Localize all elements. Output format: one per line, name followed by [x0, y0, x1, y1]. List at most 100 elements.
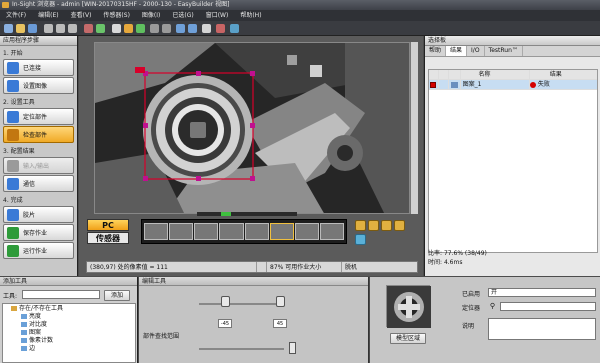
- menu-item[interactable]: 已选(G): [166, 10, 199, 21]
- application-steps-list: 1. 开始 已连接 设置图像 2. 设置工具 定位部件 检查部件 3. 配置结果 输入/输出通…: [0, 46, 77, 259]
- filmstrip-frame[interactable]: [319, 223, 344, 240]
- palette-tab[interactable]: I/O: [467, 46, 485, 56]
- menu-item[interactable]: 传感器(S): [97, 10, 136, 21]
- step-button[interactable]: 运行作业: [3, 242, 74, 259]
- redo-icon[interactable]: [96, 24, 105, 33]
- angle-min-field[interactable]: -45: [218, 319, 232, 328]
- pc-sensor-toggle[interactable]: PC 传感器: [87, 219, 129, 246]
- palette-tab[interactable]: 帮助: [425, 46, 447, 56]
- display-icon[interactable]: [188, 24, 197, 33]
- application-steps-pane: 应用程序步骤 1. 开始 已连接 设置图像 2. 设置工具 定位部件 检查部件 3. 配置结…: [0, 36, 78, 276]
- cut-icon[interactable]: [44, 24, 53, 33]
- undo-icon[interactable]: [84, 24, 93, 33]
- locator-link-icon[interactable]: ⚲: [488, 302, 497, 311]
- filmstrip-last-icon[interactable]: [394, 220, 405, 231]
- step-button[interactable]: 设置图像: [3, 77, 74, 94]
- filmstrip-play-icon[interactable]: [355, 234, 366, 245]
- row-icon-cell: [449, 80, 461, 89]
- step-label: 胶片: [23, 212, 36, 219]
- tool-tree-item[interactable]: 图案: [3, 329, 135, 337]
- comment-field[interactable]: [488, 318, 596, 340]
- sensor-button[interactable]: 传感器: [87, 232, 129, 244]
- save-icon[interactable]: [28, 24, 37, 33]
- application-steps-title: 应用程序步骤: [0, 36, 77, 46]
- palette-tab[interactable]: 结果: [446, 46, 468, 56]
- step-button: 输入/输出: [3, 157, 74, 174]
- angle-slider-track[interactable]: [199, 303, 284, 305]
- camera-image[interactable]: [94, 42, 410, 214]
- scale-handle[interactable]: [289, 342, 296, 354]
- menu-item[interactable]: 编辑(E): [32, 10, 64, 21]
- filmstrip-frame[interactable]: [219, 223, 244, 240]
- image-vertical-scrollbar[interactable]: [410, 42, 418, 214]
- copy-icon[interactable]: [56, 24, 65, 33]
- step-icon: [7, 159, 19, 172]
- filmstrip-prev-icon[interactable]: [368, 220, 379, 231]
- scale-slider-track[interactable]: [199, 348, 284, 350]
- model-region-button[interactable]: 模型区域: [390, 333, 426, 344]
- filmstrip-frame[interactable]: [194, 223, 219, 240]
- locator-field[interactable]: [500, 302, 596, 311]
- tool-tree-label: 存在/不存在工具: [19, 305, 64, 312]
- tool-tree-item[interactable]: 对比度: [3, 321, 135, 329]
- step-button[interactable]: 检查部件: [3, 126, 74, 143]
- angle-max-field[interactable]: 45: [273, 319, 287, 328]
- tool-tree-label: 边: [29, 345, 36, 352]
- pc-button[interactable]: PC: [87, 219, 129, 231]
- enabled-label: 已启用: [462, 291, 481, 298]
- folder-icon: [11, 306, 17, 311]
- tool-tree-item[interactable]: 存在/不存在工具: [3, 305, 135, 313]
- pixel-value-status: (380,97) 处的像素值 = 111: [87, 262, 257, 272]
- image-horizontal-scrollbar[interactable]: [197, 212, 297, 216]
- menu-item[interactable]: 帮助(H): [234, 10, 267, 21]
- filmstrip[interactable]: [141, 219, 347, 244]
- step-button[interactable]: 已连接: [3, 59, 74, 76]
- zoom-in-icon[interactable]: [150, 24, 159, 33]
- angle-min-handle[interactable]: [221, 296, 230, 307]
- palette-tab[interactable]: TestRun™: [485, 46, 523, 56]
- zoom-out-icon[interactable]: [162, 24, 171, 33]
- filmstrip-frame[interactable]: [144, 223, 169, 240]
- enabled-dropdown[interactable]: 开: [488, 288, 596, 297]
- cycle-time-value: 4.6ms: [443, 259, 463, 266]
- menu-item[interactable]: 查看(V): [65, 10, 98, 21]
- tool-tree-item[interactable]: 边: [3, 345, 135, 353]
- menu-item[interactable]: 图像(I): [136, 10, 166, 21]
- filmstrip-frame[interactable]: [169, 223, 194, 240]
- step-button[interactable]: 通信: [3, 175, 74, 192]
- results-row[interactable]: 图案_1 失败: [429, 80, 597, 90]
- filmstrip-first-icon[interactable]: [355, 220, 366, 231]
- camera-icon[interactable]: [112, 24, 121, 33]
- filmstrip-next-icon[interactable]: [381, 220, 392, 231]
- filmstrip-frame-selected[interactable]: [269, 223, 294, 240]
- play-icon[interactable]: [136, 24, 145, 33]
- step-button[interactable]: 保存作业: [3, 224, 74, 241]
- step-label: 保存作业: [23, 230, 48, 237]
- row-type-cell: [439, 80, 449, 89]
- angle-max-handle[interactable]: [276, 296, 285, 307]
- paste-icon[interactable]: [68, 24, 77, 33]
- trigger-icon[interactable]: [124, 24, 133, 33]
- add-tool-button[interactable]: 添加: [104, 290, 130, 301]
- help-icon[interactable]: [230, 24, 239, 33]
- cycle-time: 时间: 4.6ms: [428, 258, 598, 267]
- tool-search-input[interactable]: [22, 290, 100, 299]
- window-title: In-Sight 浏览器 - admin [WIN-20170315HF - 2…: [12, 1, 230, 8]
- step-label: 定位部件: [23, 114, 48, 121]
- filmstrip-frame[interactable]: [294, 223, 319, 240]
- grid-icon[interactable]: [176, 24, 185, 33]
- tool-tree-item[interactable]: 像素计数: [3, 337, 135, 345]
- menu-item[interactable]: 窗口(W): [200, 10, 235, 21]
- spreadsheet-icon[interactable]: [202, 24, 211, 33]
- tool-tree-item[interactable]: 亮度: [3, 313, 135, 321]
- new-icon[interactable]: [4, 24, 13, 33]
- scroll-thumb[interactable]: [221, 212, 231, 216]
- step-button[interactable]: 胶片: [3, 206, 74, 223]
- open-icon[interactable]: [16, 24, 25, 33]
- filmstrip-frame[interactable]: [244, 223, 269, 240]
- online-toggle-icon[interactable]: [216, 24, 225, 33]
- menu-bar: 文件(F) 编辑(E) 查看(V) 传感器(S) 图像(I) 已选(G) 窗口(W) 帮助(H…: [0, 10, 600, 21]
- menu-item[interactable]: 文件(F): [0, 10, 32, 21]
- col-status-header: [429, 70, 439, 79]
- step-button[interactable]: 定位部件: [3, 108, 74, 125]
